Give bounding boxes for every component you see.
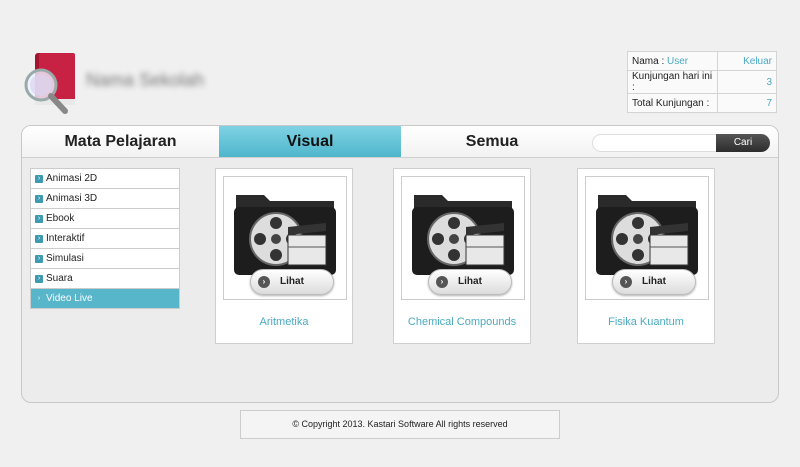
chevron-right-icon: › (35, 234, 43, 243)
video-thumbnail[interactable]: › Lihat (401, 176, 525, 300)
sidebar-item-label: Interaktif (46, 233, 85, 244)
chevron-right-icon: › (37, 294, 41, 302)
tab-semua[interactable]: Semua (401, 126, 583, 157)
sidebar-item-suara[interactable]: › Suara (31, 269, 179, 289)
sidebar-item-label: Video Live (46, 293, 93, 304)
card-title-link[interactable]: Aritmetika (216, 316, 352, 328)
view-button[interactable]: › Lihat (250, 269, 334, 295)
chevron-right-icon: › (35, 254, 43, 263)
logo-book-magnifier-icon (24, 53, 75, 114)
sidebar-item-video-live[interactable]: › Video Live (31, 289, 179, 308)
chevron-right-icon: › (35, 214, 43, 223)
sidebar-item-label: Ebook (46, 213, 75, 224)
school-name: Nama Sekolah (86, 70, 205, 90)
chevron-right-icon: › (35, 274, 43, 283)
sidebar-item-interaktif[interactable]: › Interaktif (31, 229, 179, 249)
video-thumbnail[interactable]: › Lihat (223, 176, 347, 300)
logout-link[interactable]: Keluar (717, 51, 777, 71)
view-button-label: Lihat (642, 276, 666, 287)
chevron-right-icon: › (35, 174, 43, 183)
total-visits-value: 7 (717, 93, 777, 113)
arrow-circle-icon: › (620, 276, 632, 288)
visits-today-label: Kunjungan hari ini : (627, 70, 718, 94)
total-visits-label: Total Kunjungan : (627, 93, 718, 113)
chevron-right-icon: › (35, 194, 43, 203)
card-title-link[interactable]: Chemical Compounds (394, 316, 530, 328)
view-button-label: Lihat (280, 276, 304, 287)
category-menu: › Animasi 2D › Animasi 3D › Ebook › Interakt… (30, 168, 180, 309)
video-card: › Lihat Chemical Compounds (393, 168, 531, 344)
search-input[interactable] (592, 134, 730, 152)
view-button[interactable]: › Lihat (428, 269, 512, 295)
arrow-circle-icon: › (258, 276, 270, 288)
video-thumbnail[interactable]: › Lihat (585, 176, 709, 300)
name-label: Nama : (632, 55, 668, 67)
view-button[interactable]: › Lihat (612, 269, 696, 295)
footer-copyright: © Copyright 2013. Kastari Software All r… (240, 410, 560, 439)
video-card: › Lihat Fisika Kuantum (577, 168, 715, 344)
sidebar-item-ebook[interactable]: › Ebook (31, 209, 179, 229)
sidebar-item-label: Suara (46, 273, 73, 284)
tab-bar: Mata Pelajaran Visual Semua Cari (22, 126, 778, 158)
main-panel: Mata Pelajaran Visual Semua Cari › Animas… (21, 125, 779, 403)
search-button[interactable]: Cari (716, 134, 770, 152)
visitor-stats-table: Nama : User Keluar Kunjungan hari ini : … (627, 51, 777, 113)
visits-today-value: 3 (717, 70, 777, 94)
sidebar-item-label: Animasi 2D (46, 173, 98, 184)
sidebar-item-animasi-3d[interactable]: › Animasi 3D (31, 189, 179, 209)
sidebar-item-animasi-2d[interactable]: › Animasi 2D (31, 169, 179, 189)
view-button-label: Lihat (458, 276, 482, 287)
card-title-link[interactable]: Fisika Kuantum (578, 316, 714, 328)
tab-mata-pelajaran[interactable]: Mata Pelajaran (22, 126, 219, 157)
user-name: User (667, 55, 689, 67)
sidebar-item-label: Animasi 3D (46, 193, 98, 204)
name-cell: Nama : User (627, 51, 718, 71)
sidebar-item-simulasi[interactable]: › Simulasi (31, 249, 179, 269)
video-card: › Lihat Aritmetika (215, 168, 353, 344)
arrow-circle-icon: › (436, 276, 448, 288)
sidebar-item-label: Simulasi (46, 253, 84, 264)
tab-visual[interactable]: Visual (219, 126, 401, 157)
